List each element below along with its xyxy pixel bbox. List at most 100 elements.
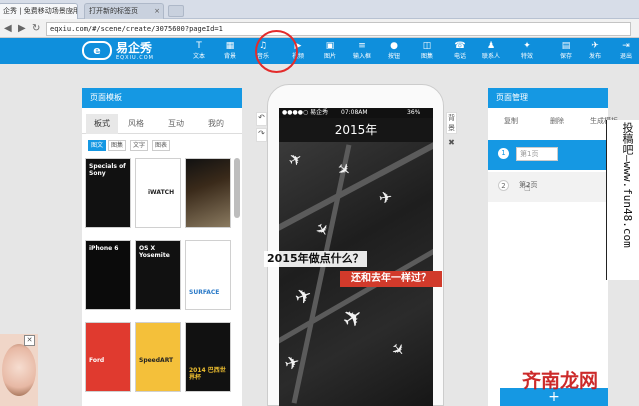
battery-label: 36% (407, 109, 421, 116)
airplane-icon: ✈ (386, 338, 410, 361)
browser-tab[interactable]: 打开新的标签页 × (84, 3, 164, 19)
filter-gallery[interactable]: 图集 (108, 140, 127, 151)
close-tab-icon[interactable]: × (68, 4, 74, 19)
toolbar-label: 联系人 (481, 53, 500, 60)
toolbar-phone-button[interactable]: ☎ 电话 (447, 40, 473, 64)
browser-tab-active[interactable]: 企秀 | 免费移动场景应用 × (0, 3, 78, 19)
phone-status-bar: ●●●●○ 易企秀 07:08AM 36% (279, 108, 433, 118)
image-icon: ▣ (325, 41, 335, 51)
toolbar-publish-button[interactable]: ✈ 发布 (582, 40, 608, 64)
toolbar-contact-button[interactable]: ♟ 联系人 (478, 40, 504, 64)
toolbar-button-button[interactable]: ● 按钮 (381, 40, 407, 64)
forward-icon[interactable]: ▶ (18, 22, 26, 35)
reload-icon[interactable]: ↻ (32, 22, 40, 35)
publish-icon: ✈ (591, 41, 599, 51)
floating-ad[interactable]: ✕ (0, 334, 38, 406)
airplane-icon: ✈ (284, 147, 307, 172)
clock-label: 07:08AM (341, 109, 368, 116)
hand-cursor-icon: ☝ (524, 181, 531, 194)
toolbar-label: 背景 (223, 53, 236, 60)
input-box-icon: ≡ (358, 41, 366, 51)
toolbar-label: 退出 (619, 53, 632, 60)
contact-icon: ♟ (486, 41, 496, 51)
copy-page-button[interactable]: 复制 (504, 116, 518, 126)
panel-scrollbar[interactable] (234, 158, 240, 218)
background-icon: ▦ (225, 41, 235, 51)
editor-toolbar: e 易企秀 EQXIU.COM T 文本 ▦ 背景 ♫ 音乐 ▶ 视频 ▣ 图片 ≡ 输入框 ● 按钮 ◫ 图… (0, 38, 639, 64)
toolbar-image-button[interactable]: ▣ 图片 (317, 40, 343, 64)
logo-mark-icon: e (82, 41, 112, 60)
toolbar-input-box-button[interactable]: ≡ 输入框 (349, 40, 375, 64)
new-tab-button[interactable] (168, 5, 184, 17)
toolbar-label: 电话 (453, 53, 466, 60)
panel-title: 页面管理 (488, 88, 608, 108)
logo-subtitle: EQXIU.COM (116, 55, 154, 61)
carrier-label: ●●●●○ 易企秀 (282, 109, 329, 116)
close-icon[interactable]: ✖ (446, 138, 457, 152)
subheadline-caption[interactable]: 还和去年一样过？ (340, 271, 442, 287)
template-thumbnail[interactable]: Specials of Sony (85, 158, 131, 228)
toolbar-text-button[interactable]: T 文本 (186, 40, 212, 64)
tab-layout[interactable]: 板式 (86, 114, 118, 134)
undo-icon[interactable]: ↶ (256, 112, 267, 126)
page-item[interactable]: 2 第2页 ☝ (488, 172, 608, 202)
page-name-label: 第2页 (519, 181, 538, 189)
template-thumbnail[interactable]: SpeedART (135, 322, 181, 392)
toolbar-label: 保存 (559, 53, 572, 60)
save-icon: ▤ (561, 41, 571, 51)
page-item-selected[interactable]: 1 第1页 (488, 140, 608, 170)
toolbar-exit-button[interactable]: ⇥ 退出 (613, 40, 639, 64)
toolbar-label: 特效 (520, 53, 533, 60)
filter-chart[interactable]: 图表 (152, 140, 171, 151)
scene-title[interactable]: 2015年 (279, 118, 433, 142)
airplane-icon: ✈ (377, 186, 394, 209)
redo-icon[interactable]: ↷ (256, 128, 267, 142)
panel-title: 页面模板 (82, 88, 242, 108)
ad-close-icon[interactable]: ✕ (24, 335, 35, 346)
button-icon: ● (390, 41, 398, 51)
toolbar-label: 发布 (588, 53, 601, 60)
template-thumbnail[interactable] (185, 158, 231, 228)
toolbar-effects-button[interactable]: ✦ 特效 (514, 40, 540, 64)
toolbar-label: 按钮 (387, 53, 400, 60)
watermark-logo: 齐南龙网 (522, 370, 599, 392)
browser-tab-bar: 企秀 | 免费移动场景应用 × 打开新的标签页 × (0, 0, 639, 19)
address-bar-row: ◀ ▶ ↻ eqxiu.com/#/scene/create/3075600?p… (0, 19, 639, 38)
toolbar-label: 文本 (192, 53, 205, 60)
logo-name: 易企秀 (116, 41, 153, 55)
toolbar-gallery-button[interactable]: ◫ 图集 (414, 40, 440, 64)
template-thumbnail[interactable]: iPhone 6 (85, 240, 131, 310)
url-field[interactable]: eqxiu.com/#/scene/create/3075600?pageId=… (46, 22, 631, 36)
tab-interactive[interactable]: 互动 (160, 114, 192, 134)
template-thumbnail[interactable]: 2014 巴西世界杯 (185, 322, 231, 392)
filter-text[interactable]: 文字 (130, 140, 149, 151)
exit-icon: ⇥ (622, 41, 630, 51)
music-highlight-circle (255, 30, 298, 73)
tab-mine[interactable]: 我的 (200, 114, 232, 134)
page-name-input[interactable]: 第1页 (516, 147, 558, 161)
close-tab-icon[interactable]: × (154, 4, 160, 19)
ad-portrait-image (2, 344, 36, 396)
toolbar-label: 图集 (420, 53, 433, 60)
back-icon[interactable]: ◀ (4, 22, 12, 35)
watermark-text: 投稿吧—www.fun48.com (621, 122, 634, 248)
toolbar-background-button[interactable]: ▦ 背景 (217, 40, 243, 64)
filter-image-text[interactable]: 图文 (88, 140, 107, 151)
tab-style[interactable]: 风格 (120, 114, 152, 134)
toolbar-save-button[interactable]: ▤ 保存 (553, 40, 579, 64)
gallery-icon: ◫ (422, 41, 432, 51)
template-panel: 页面模板 板式 风格 互动 我的 图文 图集 文字 图表 Specials of… (82, 88, 242, 406)
page-number: 1 (498, 148, 509, 159)
airplane-icon: ✈ (282, 351, 303, 376)
airplane-icon: ✈ (336, 300, 370, 336)
template-thumbnail[interactable]: SURFACE (185, 240, 231, 310)
template-thumbnail[interactable]: Ford (85, 322, 131, 392)
headline-caption[interactable]: 2015年做点什么？ (264, 251, 367, 267)
delete-page-button[interactable]: 删除 (550, 116, 564, 126)
background-side-button[interactable]: 背景 (446, 112, 457, 134)
template-thumbnail[interactable]: OS X Yosemite (135, 240, 181, 310)
template-thumbnail[interactable]: iWATCH (135, 158, 181, 228)
template-tabs: 板式 风格 互动 我的 (82, 114, 242, 134)
tab-title: 企秀 | 免费移动场景应用 (3, 7, 78, 15)
app-logo[interactable]: e 易企秀 EQXIU.COM (82, 41, 192, 63)
